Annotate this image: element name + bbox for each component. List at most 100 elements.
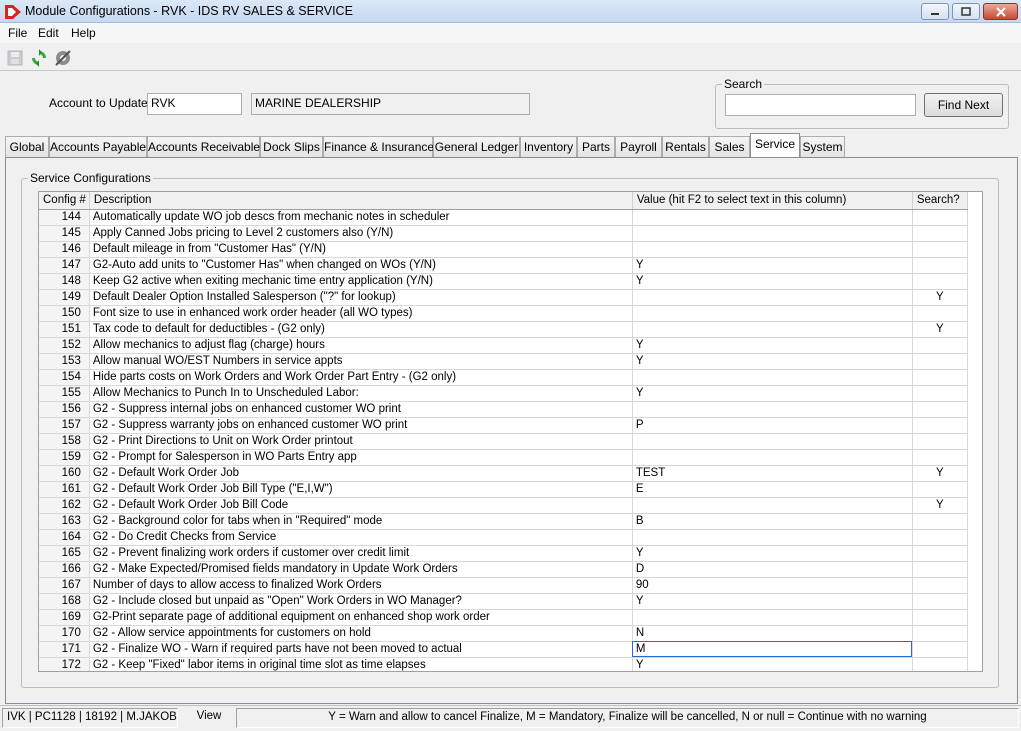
tab-payroll[interactable]: Payroll: [615, 136, 662, 157]
value-cell[interactable]: [632, 401, 913, 418]
tab-global[interactable]: Global: [5, 136, 49, 157]
value-cell[interactable]: Y: [632, 257, 913, 274]
value-cell[interactable]: TEST: [632, 465, 913, 482]
close-button[interactable]: [983, 3, 1018, 20]
value-cell[interactable]: Y: [632, 593, 913, 610]
table-row[interactable]: 169 G2-Print separate page of additional …: [39, 609, 968, 626]
table-row[interactable]: 146 Default mileage in from "Customer Has…: [39, 241, 968, 258]
tab-system[interactable]: System: [800, 136, 845, 157]
value-cell[interactable]: Y: [632, 337, 913, 354]
search-input[interactable]: [725, 94, 916, 116]
tab-accounts-receivable[interactable]: Accounts Receivable: [147, 136, 260, 157]
value-cell[interactable]: [632, 289, 913, 306]
table-row[interactable]: 167 Number of days to allow access to fin…: [39, 577, 968, 594]
value-cell[interactable]: Y: [632, 545, 913, 562]
settings-icon[interactable]: [54, 49, 72, 67]
config-number-cell: 159: [39, 449, 90, 466]
account-code-field[interactable]: RVK: [147, 93, 242, 115]
table-row[interactable]: 148 Keep G2 active when exiting mechanic …: [39, 273, 968, 290]
tab-sales[interactable]: Sales: [709, 136, 750, 157]
value-cell[interactable]: [632, 305, 913, 322]
table-row[interactable]: 151 Tax code to default for deductibles -…: [39, 321, 968, 338]
table-row[interactable]: 161 G2 - Default Work Order Job Bill Type…: [39, 481, 968, 498]
maximize-button[interactable]: [952, 3, 980, 20]
config-number-cell: 161: [39, 481, 90, 498]
table-row[interactable]: 153 Allow manual WO/EST Numbers in servic…: [39, 353, 968, 370]
value-cell[interactable]: [632, 209, 913, 226]
config-table: Config # Description Value (hit F2 to se…: [39, 192, 968, 671]
table-row[interactable]: 170 G2 - Allow service appointments for c…: [39, 625, 968, 642]
value-cell[interactable]: [632, 225, 913, 242]
value-cell[interactable]: [632, 529, 913, 546]
table-row[interactable]: 150 Font size to use in enhanced work ord…: [39, 305, 968, 322]
value-cell[interactable]: [632, 241, 913, 258]
view-button[interactable]: View: [186, 708, 232, 728]
config-grid[interactable]: Config # Description Value (hit F2 to se…: [38, 191, 983, 672]
table-row[interactable]: 166 G2 - Make Expected/Promised fields ma…: [39, 561, 968, 578]
value-cell[interactable]: [632, 433, 913, 450]
value-cell[interactable]: Y: [632, 353, 913, 370]
value-cell[interactable]: [632, 449, 913, 466]
menu-bar: File Edit Help: [0, 23, 1021, 43]
tab-accounts-payable[interactable]: Accounts Payable: [49, 136, 147, 157]
value-cell[interactable]: B: [632, 513, 913, 530]
value-cell[interactable]: [632, 609, 913, 626]
col-config-number[interactable]: Config #: [39, 192, 90, 210]
table-row[interactable]: 156 G2 - Suppress internal jobs on enhanc…: [39, 401, 968, 418]
table-row[interactable]: 154 Hide parts costs on Work Orders and W…: [39, 369, 968, 386]
tab-parts[interactable]: Parts: [577, 136, 615, 157]
table-row[interactable]: 164 G2 - Do Credit Checks from Service: [39, 529, 968, 546]
table-row[interactable]: 149 Default Dealer Option Installed Sales…: [39, 289, 968, 306]
description-cell: Font size to use in enhanced work order …: [89, 305, 633, 322]
value-cell[interactable]: M: [632, 641, 913, 658]
description-cell: Allow mechanics to adjust flag (charge) …: [89, 337, 633, 354]
find-next-button[interactable]: Find Next: [924, 93, 1003, 117]
save-icon[interactable]: [6, 49, 24, 67]
value-cell[interactable]: P: [632, 417, 913, 434]
table-row[interactable]: 165 G2 - Prevent finalizing work orders i…: [39, 545, 968, 562]
table-row[interactable]: 171 G2 - Finalize WO - Warn if required p…: [39, 641, 968, 658]
col-description[interactable]: Description: [89, 192, 633, 210]
value-cell[interactable]: 90: [632, 577, 913, 594]
refresh-icon[interactable]: [30, 49, 48, 67]
value-cell[interactable]: [632, 497, 913, 514]
table-row[interactable]: 155 Allow Mechanics to Punch In to Unsche…: [39, 385, 968, 402]
tab-service[interactable]: Service: [750, 133, 800, 157]
config-number-cell: 153: [39, 353, 90, 370]
value-cell[interactable]: E: [632, 481, 913, 498]
value-cell[interactable]: Y: [632, 273, 913, 290]
search-cell: [912, 369, 968, 386]
menu-help[interactable]: Help: [71, 26, 96, 40]
menu-edit[interactable]: Edit: [38, 26, 59, 40]
value-cell[interactable]: [632, 321, 913, 338]
table-row[interactable]: 160 G2 - Default Work Order Job TEST Y: [39, 465, 968, 482]
value-cell[interactable]: Y: [632, 385, 913, 402]
col-value[interactable]: Value (hit F2 to select text in this col…: [632, 192, 913, 210]
col-search[interactable]: Search?: [912, 192, 968, 210]
table-row[interactable]: 162 G2 - Default Work Order Job Bill Code…: [39, 497, 968, 514]
value-cell[interactable]: D: [632, 561, 913, 578]
table-row[interactable]: 168 G2 - Include closed but unpaid as "Op…: [39, 593, 968, 610]
tab-inventory[interactable]: Inventory: [520, 136, 577, 157]
table-row[interactable]: 147 G2-Auto add units to "Customer Has" w…: [39, 257, 968, 274]
value-cell[interactable]: [632, 369, 913, 386]
tab-dock-slips[interactable]: Dock Slips: [260, 136, 323, 157]
description-cell: Tax code to default for deductibles - (G…: [89, 321, 633, 338]
search-cell: [912, 593, 968, 610]
menu-file[interactable]: File: [8, 26, 27, 40]
table-row[interactable]: 158 G2 - Print Directions to Unit on Work…: [39, 433, 968, 450]
table-row[interactable]: 152 Allow mechanics to adjust flag (charg…: [39, 337, 968, 354]
table-row[interactable]: 145 Apply Canned Jobs pricing to Level 2 …: [39, 225, 968, 242]
table-row[interactable]: 157 G2 - Suppress warranty jobs on enhanc…: [39, 417, 968, 434]
table-row[interactable]: 159 G2 - Prompt for Salesperson in WO Par…: [39, 449, 968, 466]
value-cell[interactable]: Y: [632, 657, 913, 671]
minimize-button[interactable]: [921, 3, 949, 20]
tab-rentals[interactable]: Rentals: [662, 136, 709, 157]
table-row[interactable]: 172 G2 - Keep "Fixed" labor items in orig…: [39, 657, 968, 671]
tab-finance-insurance[interactable]: Finance & Insurance: [323, 136, 434, 157]
value-cell[interactable]: N: [632, 625, 913, 642]
table-row[interactable]: 163 G2 - Background color for tabs when i…: [39, 513, 968, 530]
table-row[interactable]: 144 Automatically update WO job descs fro…: [39, 209, 968, 226]
tab-general-ledger[interactable]: General Ledger: [433, 136, 520, 157]
search-cell: [912, 449, 968, 466]
